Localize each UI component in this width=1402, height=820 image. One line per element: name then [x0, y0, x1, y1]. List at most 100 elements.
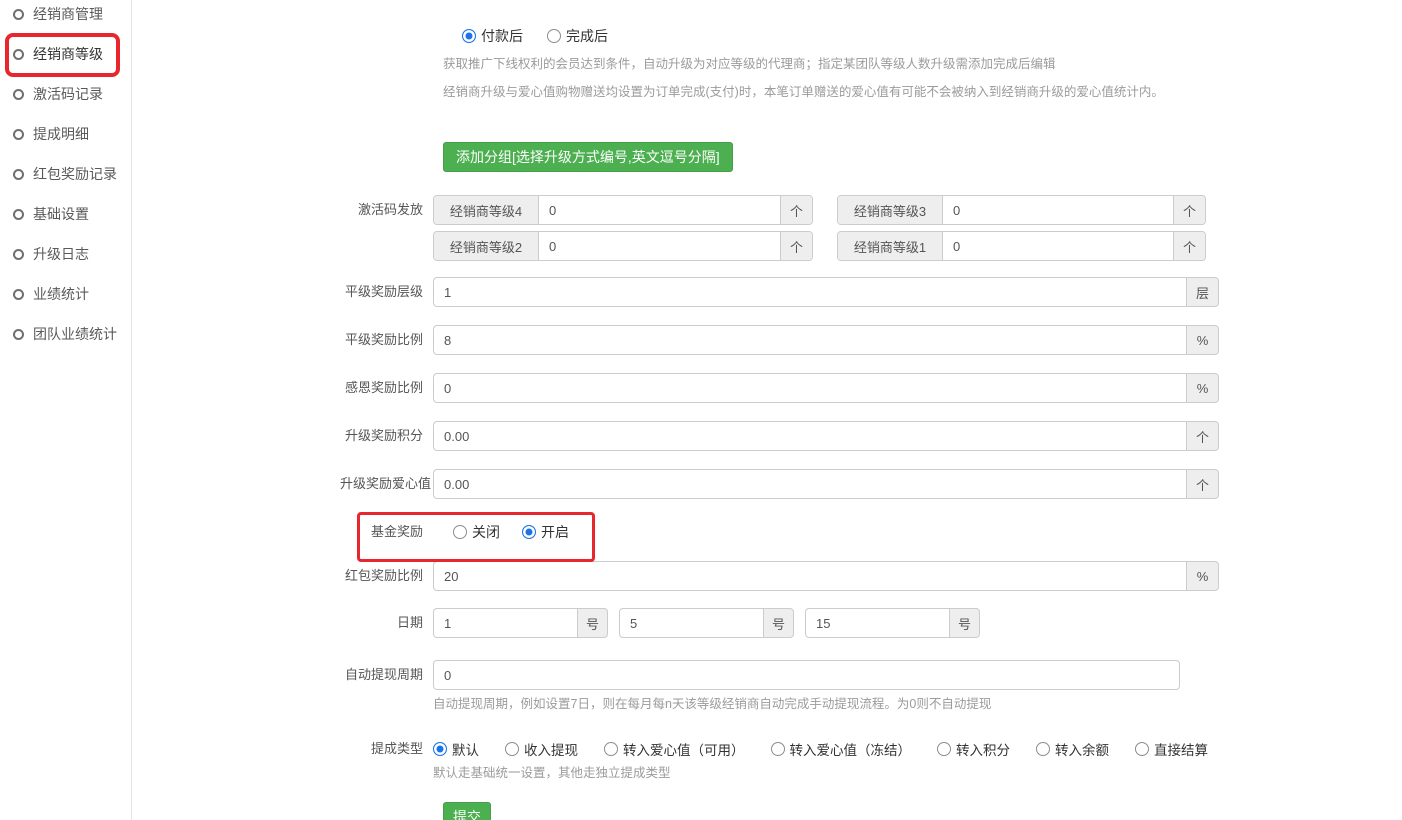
- form-row-fund-reward: 基金奖励 关闭 开启: [340, 517, 1340, 547]
- circle-icon: [13, 129, 24, 140]
- field-label: 提成类型: [340, 739, 433, 781]
- radio-label: 直接结算: [1154, 739, 1208, 759]
- form-row-dates: 日期 号 号 号: [340, 608, 1340, 638]
- unit-addon: 个: [1173, 196, 1205, 224]
- unit-addon: %: [1186, 373, 1219, 403]
- radio-icon[interactable]: [462, 29, 476, 43]
- form-row-peer-reward-level: 平级奖励层级 层: [340, 277, 1340, 307]
- radio-commission-love-available[interactable]: 转入爱心值（可用）: [604, 739, 745, 759]
- radio-fund-off[interactable]: 关闭: [453, 522, 500, 542]
- activation-groups: 经销商等级4 个 经销商等级3 个 经销商等级2 个 经销商等级1: [433, 195, 1206, 261]
- circle-icon: [13, 169, 24, 180]
- form-row-auto-withdraw: 自动提现周期 自动提现周期，例如设置7日，则在每月每n天该等级经销商自动完成手动…: [340, 660, 1340, 712]
- sidebar-item-basic-settings[interactable]: 基础设置: [0, 204, 131, 224]
- sidebar-item-performance-stats[interactable]: 业绩统计: [0, 284, 131, 304]
- radio-label: 转入余额: [1055, 739, 1109, 759]
- radio-commission-points[interactable]: 转入积分: [937, 739, 1010, 759]
- unit-addon: 个: [780, 196, 812, 224]
- radio-commission-default[interactable]: 默认: [433, 739, 479, 759]
- dealer-level-settings-page: 经销商管理 经销商等级 激活码记录 提成明细 红包奖励记录 基础设置 升级日志: [0, 0, 1402, 820]
- circle-icon: [13, 329, 24, 340]
- radio-icon[interactable]: [433, 742, 447, 756]
- radio-icon[interactable]: [937, 742, 951, 756]
- radio-commission-love-frozen[interactable]: 转入爱心值（冻结）: [771, 739, 912, 759]
- radio-label: 开启: [541, 522, 569, 542]
- main-form: 付款后 完成后 获取推广下线权利的会员达到条件，自动升级为对应等级的代理商；指定…: [340, 0, 1340, 820]
- unit-addon: 个: [1173, 232, 1205, 260]
- commission-type-helper-text: 默认走基础统一设置，其他走独立提成类型: [433, 765, 1208, 781]
- sidebar-item-label: 基础设置: [33, 204, 89, 224]
- unit-addon: 个: [1186, 469, 1219, 499]
- field-label: 升级奖励爱心值: [340, 469, 433, 499]
- date-3-input[interactable]: [805, 608, 949, 638]
- fund-reward-radio-group: 关闭 开启: [433, 522, 569, 542]
- radio-label: 转入爱心值（可用）: [623, 739, 745, 759]
- sidebar-item-dealer-management[interactable]: 经销商管理: [0, 4, 131, 24]
- circle-icon: [13, 209, 24, 220]
- field-label: 红包奖励比例: [340, 561, 433, 591]
- unit-addon: 号: [949, 608, 980, 638]
- description-line-1: 获取推广下线权利的会员达到条件，自动升级为对应等级的代理商；指定某团队等级人数升…: [443, 56, 1340, 72]
- input-prefix-label: 经销商等级1: [838, 232, 943, 260]
- radio-icon[interactable]: [505, 742, 519, 756]
- radio-icon[interactable]: [453, 525, 467, 539]
- radio-icon[interactable]: [604, 742, 618, 756]
- submit-button[interactable]: 提交: [443, 802, 491, 820]
- activation-level3-input[interactable]: [943, 196, 1173, 224]
- sidebar-item-label: 业绩统计: [33, 284, 89, 304]
- radio-commission-direct-settle[interactable]: 直接结算: [1135, 739, 1208, 759]
- activation-level4-input[interactable]: [539, 196, 780, 224]
- unit-addon: 层: [1186, 277, 1219, 307]
- sidebar-item-label: 红包奖励记录: [33, 164, 117, 184]
- sidebar-item-redpacket-records[interactable]: 红包奖励记录: [0, 164, 131, 184]
- form-row-upgrade-reward-points: 升级奖励积分 个: [340, 421, 1340, 451]
- add-group-button[interactable]: 添加分组[选择升级方式编号,英文逗号分隔]: [443, 142, 733, 172]
- date-inputs: 号 号 号: [433, 608, 980, 638]
- radio-icon[interactable]: [547, 29, 561, 43]
- date-2-input[interactable]: [619, 608, 763, 638]
- sidebar-item-dealer-level[interactable]: 经销商等级: [0, 44, 131, 64]
- sidebar-item-label: 团队业绩统计: [33, 324, 117, 344]
- form-row-commission-type: 提成类型 默认 收入提现 转入爱心值（可用）: [340, 739, 1340, 781]
- sidebar-item-upgrade-log[interactable]: 升级日志: [0, 244, 131, 264]
- auto-withdraw-input[interactable]: [433, 660, 1180, 690]
- field-label: 激活码发放: [340, 195, 433, 261]
- radio-icon[interactable]: [522, 525, 536, 539]
- sidebar-item-team-performance-stats[interactable]: 团队业绩统计: [0, 324, 131, 344]
- activation-group-level1: 经销商等级1 个: [837, 231, 1206, 261]
- sidebar-item-label: 经销商等级: [33, 44, 103, 64]
- upgrade-reward-love-input[interactable]: [433, 469, 1186, 499]
- circle-icon: [13, 9, 24, 20]
- date-group-1: 号: [433, 608, 608, 638]
- field-label: 感恩奖励比例: [340, 373, 433, 403]
- radio-label: 完成后: [566, 26, 608, 46]
- gratitude-reward-ratio-input[interactable]: [433, 373, 1186, 403]
- radio-icon[interactable]: [1135, 742, 1149, 756]
- radio-label: 转入积分: [956, 739, 1010, 759]
- activation-level1-input[interactable]: [943, 232, 1173, 260]
- peer-reward-level-input[interactable]: [433, 277, 1186, 307]
- form-row-gratitude-reward-ratio: 感恩奖励比例 %: [340, 373, 1340, 403]
- sidebar-item-label: 激活码记录: [33, 84, 103, 104]
- peer-reward-ratio-input[interactable]: [433, 325, 1186, 355]
- radio-icon[interactable]: [771, 742, 785, 756]
- radio-commission-balance[interactable]: 转入余额: [1036, 739, 1109, 759]
- input-prefix-label: 经销商等级3: [838, 196, 943, 224]
- date-1-input[interactable]: [433, 608, 577, 638]
- sidebar-item-commission-details[interactable]: 提成明细: [0, 124, 131, 144]
- sidebar-item-activation-code-records[interactable]: 激活码记录: [0, 84, 131, 104]
- redpacket-ratio-input[interactable]: [433, 561, 1186, 591]
- activation-level2-input[interactable]: [539, 232, 780, 260]
- radio-after-completion[interactable]: 完成后: [547, 26, 608, 46]
- radio-label: 转入爱心值（冻结）: [790, 739, 912, 759]
- upgrade-reward-points-input[interactable]: [433, 421, 1186, 451]
- radio-commission-income-withdraw[interactable]: 收入提现: [505, 739, 578, 759]
- upgrade-mode-radio-group: 付款后 完成后: [340, 26, 1340, 46]
- circle-icon: [13, 289, 24, 300]
- radio-after-payment[interactable]: 付款后: [462, 26, 523, 46]
- field-label: 日期: [340, 608, 433, 638]
- radio-fund-on[interactable]: 开启: [522, 522, 569, 542]
- sidebar-item-label: 升级日志: [33, 244, 89, 264]
- radio-icon[interactable]: [1036, 742, 1050, 756]
- activation-group-level2: 经销商等级2 个: [433, 231, 813, 261]
